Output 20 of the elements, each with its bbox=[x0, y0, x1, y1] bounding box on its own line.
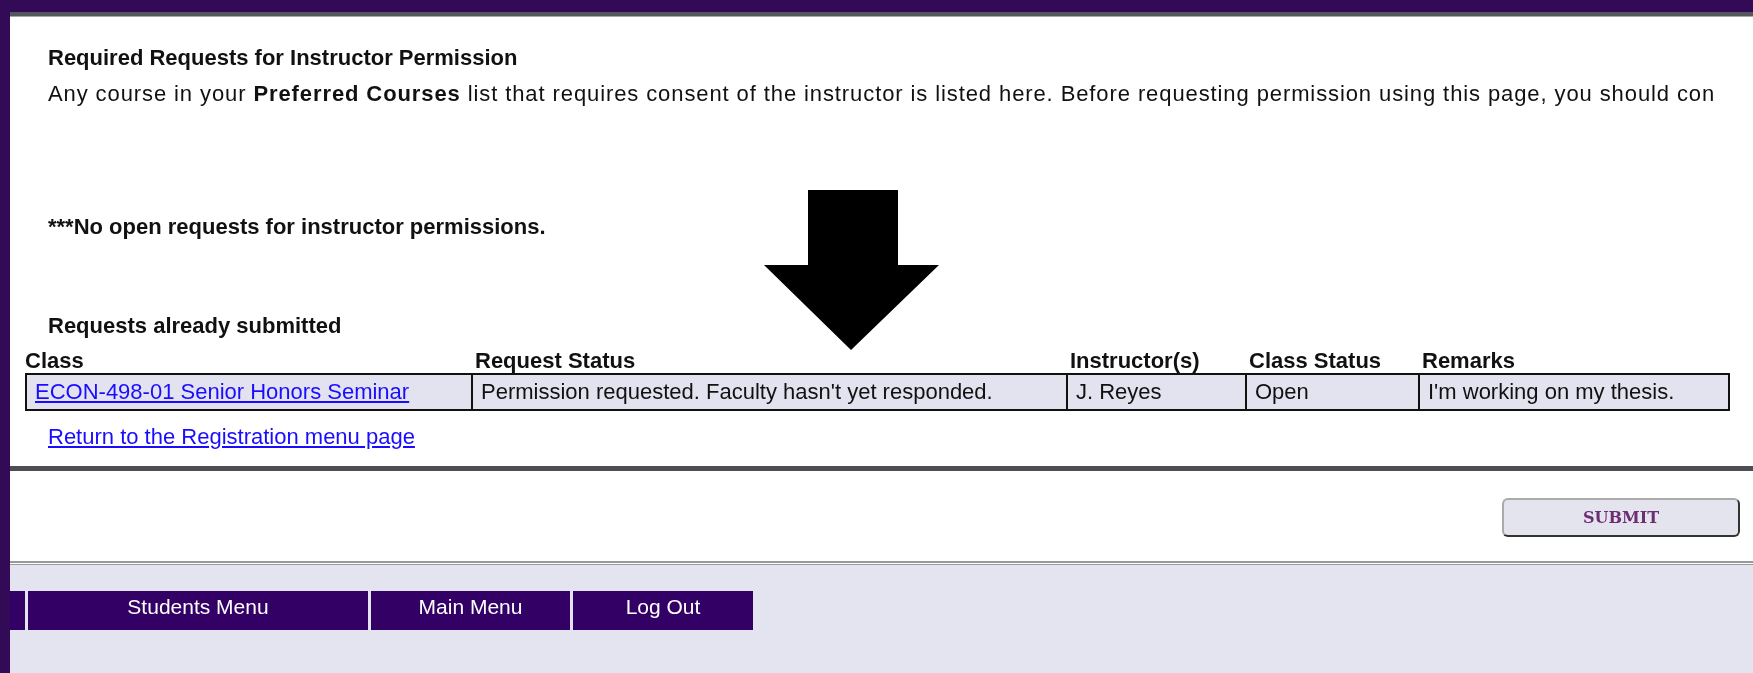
intro-paragraph: Any course in your Preferred Courses list that requires consent of the instructor is listed here. Before requesting permission using this page, you should con bbox=[48, 79, 1717, 107]
table-cell: I'm working on my thesis. bbox=[1420, 373, 1730, 411]
return-link[interactable]: Return to the Registration menu page bbox=[48, 422, 415, 451]
column-header: Request Status bbox=[475, 348, 636, 373]
table-cell: Open bbox=[1247, 373, 1420, 411]
column-header: Remarks bbox=[1422, 348, 1515, 373]
column-header: Class bbox=[25, 348, 84, 373]
submit-button[interactable]: SUBMIT bbox=[1502, 498, 1740, 538]
column-header: Class Status bbox=[1249, 348, 1382, 373]
table-cell: Permission requested. Faculty hasn't yet responded. bbox=[473, 373, 1068, 411]
menu-tab[interactable]: Log Out bbox=[573, 591, 753, 631]
menu-tab[interactable]: Main Menu bbox=[371, 591, 570, 631]
menu-tab[interactable] bbox=[10, 591, 25, 631]
status-message: ***No open requests for instructor permissions. bbox=[48, 213, 547, 241]
section-heading: Required Requests for Instructor Permission bbox=[48, 44, 519, 72]
down-arrow-icon bbox=[764, 190, 939, 350]
menu-tab[interactable]: Students Menu bbox=[28, 591, 368, 631]
subsection-heading: Requests already submitted bbox=[48, 311, 343, 339]
column-header: Instructor(s) bbox=[1070, 348, 1200, 373]
table-cell: J. Reyes bbox=[1068, 373, 1247, 411]
